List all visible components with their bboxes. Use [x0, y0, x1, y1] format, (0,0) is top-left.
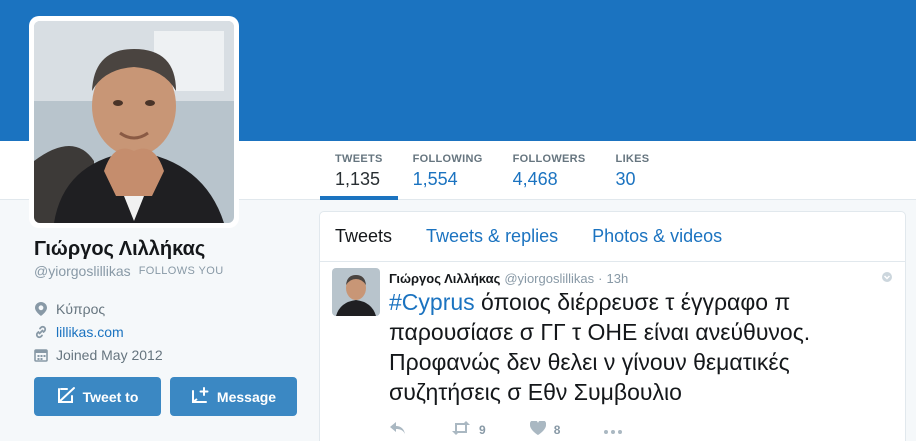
tab-tweets[interactable]: Tweets	[335, 226, 392, 247]
profile-meta: Κύπρος lillikas.com Joined May 2012	[34, 297, 304, 366]
retweet-icon	[451, 420, 471, 440]
tweet-author-name[interactable]: Γιώργος Λιλλήκας	[389, 271, 500, 286]
profile-name[interactable]: Γιώργος Λιλλήκας	[34, 235, 304, 263]
message-button[interactable]: Message	[170, 377, 297, 416]
stat-value: 30	[615, 169, 636, 189]
retweet-button[interactable]: 9	[451, 420, 486, 440]
stat-value: 1,135	[335, 169, 381, 189]
location-pin-icon	[34, 301, 48, 316]
profile-stats: TWEETS 1,135 FOLLOWING 1,554 FOLLOWERS 4…	[320, 141, 664, 200]
tweet-text: #Cyprus όποιος διέρρευσε τ έγγραφο π παρ…	[389, 287, 890, 407]
tweet-to-button[interactable]: Tweet to	[34, 377, 161, 416]
tweet-timestamp[interactable]: 13h	[606, 271, 628, 286]
stat-tweets[interactable]: TWEETS 1,135	[320, 141, 398, 200]
tweet-hashtag[interactable]: #Cyprus	[389, 289, 475, 315]
new-message-icon	[191, 386, 211, 407]
stat-following[interactable]: FOLLOWING 1,554	[398, 141, 498, 200]
profile-card: Γιώργος Λιλλήκας @yiorgoslillikas FOLLOW…	[34, 235, 304, 366]
tweet-avatar[interactable]	[332, 268, 380, 316]
retweet-count: 9	[479, 423, 486, 437]
link-icon	[34, 325, 48, 339]
profile-joined: Joined May 2012	[34, 343, 304, 366]
profile-avatar[interactable]	[29, 16, 239, 228]
stat-label: TWEETS	[335, 153, 383, 165]
reply-icon	[389, 421, 407, 440]
stat-label: FOLLOWERS	[512, 153, 586, 165]
stat-followers[interactable]: FOLLOWERS 4,468	[498, 141, 601, 200]
tweet-body: Γιώργος Λιλλήκας @yiorgoslillikas · 13h …	[389, 271, 890, 441]
profile-location: Κύπρος	[34, 297, 304, 320]
stat-value: 4,468	[512, 169, 558, 189]
website-link[interactable]: lillikas.com	[56, 324, 124, 340]
calendar-icon	[34, 348, 48, 362]
profile-website: lillikas.com	[34, 320, 304, 343]
profile-handle-row: @yiorgoslillikas FOLLOWS YOU	[34, 263, 304, 279]
follows-you-badge: FOLLOWS YOU	[138, 265, 224, 277]
tweet-actions: 9 8	[389, 417, 890, 441]
profile-handle[interactable]: @yiorgoslillikas	[34, 263, 131, 279]
like-count: 8	[553, 423, 561, 437]
tweet-to-label: Tweet to	[82, 388, 139, 405]
stat-value: 1,554	[412, 169, 458, 189]
more-button[interactable]	[604, 421, 623, 439]
tweet-author-handle[interactable]: @yiorgoslillikas	[504, 271, 594, 286]
like-button[interactable]: 8	[529, 419, 561, 440]
tweet-separator: ·	[598, 271, 603, 286]
quill-icon	[57, 386, 77, 407]
message-label: Message	[216, 388, 277, 405]
profile-actions: Tweet to Message	[34, 377, 297, 416]
timeline-tabs: Tweets Tweets & replies Photos & videos	[320, 212, 905, 262]
more-icon	[604, 421, 623, 439]
stat-label: LIKES	[615, 153, 650, 165]
tab-photos-videos[interactable]: Photos & videos	[592, 226, 722, 247]
caret-icon[interactable]	[881, 270, 893, 288]
reply-button[interactable]	[389, 421, 407, 440]
stat-label: FOLLOWING	[412, 153, 483, 165]
avatar-photo	[34, 21, 234, 223]
joined-text: Joined May 2012	[56, 346, 163, 363]
stat-likes[interactable]: LIKES 30	[601, 141, 665, 200]
tweet-header: Γιώργος Λιλλήκας @yiorgoslillikas · 13h	[389, 271, 890, 286]
location-text: Κύπρος	[56, 300, 106, 317]
tweet[interactable]: Γιώργος Λιλλήκας @yiorgoslillikas · 13h …	[320, 262, 905, 441]
tab-tweets-replies[interactable]: Tweets & replies	[426, 226, 558, 247]
heart-icon	[529, 419, 546, 440]
timeline: Tweets Tweets & replies Photos & videos …	[319, 211, 906, 441]
